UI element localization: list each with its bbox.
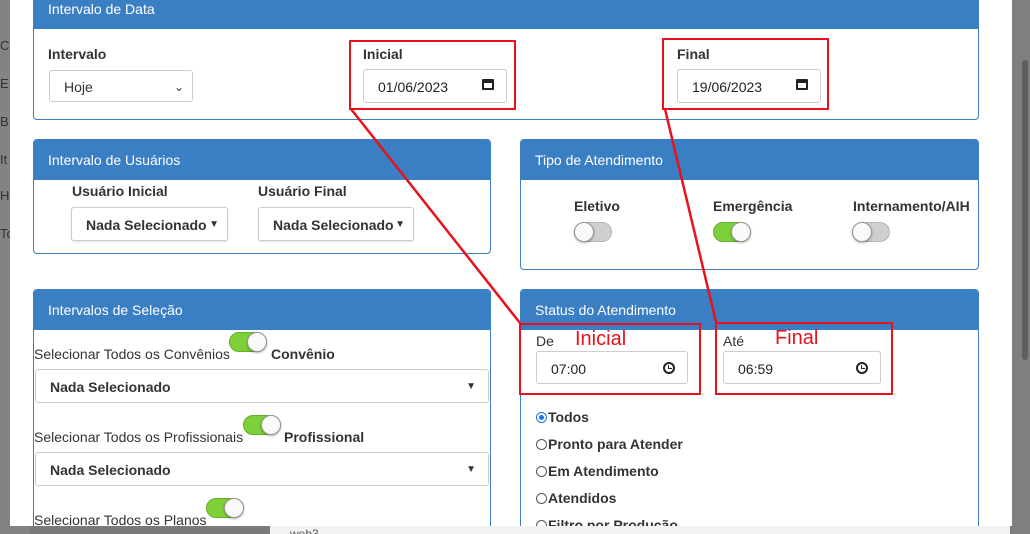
status-option-label: Atendidos <box>548 490 617 506</box>
select-all-professionals-label: Selecionar Todos os Profissionais <box>34 429 244 445</box>
final-user-value: Nada Selecionado <box>273 217 394 233</box>
initial-user-value: Nada Selecionado <box>86 217 207 233</box>
panel-title: Intervalo de Data <box>34 0 978 29</box>
toggle-knob <box>247 332 267 352</box>
radio-icon[interactable] <box>536 439 547 450</box>
professional-label: Profissional <box>284 429 365 445</box>
annotation-label-initial: Inicial <box>575 328 627 350</box>
caret-down-icon: ▼ <box>466 381 476 392</box>
bg-fragment: It <box>0 152 8 167</box>
inpatient-toggle[interactable] <box>852 222 890 242</box>
panel-title: Intervalos de Seleção <box>34 290 490 330</box>
convenio-value: Nada Selecionado <box>50 379 171 395</box>
select-all-professionals-toggle[interactable] <box>243 415 281 435</box>
status-option-label: Filtro por Produção <box>548 517 678 526</box>
status-option-label: Pronto para Atender <box>548 436 683 452</box>
emergency-toggle[interactable] <box>713 222 751 242</box>
status-option-label: Todos <box>548 409 589 425</box>
select-all-convenios-label: Selecionar Todos os Convênios <box>34 346 230 362</box>
toggle-knob <box>574 222 594 242</box>
status-option-ready[interactable]: Pronto para Atender <box>536 436 683 452</box>
bg-fragment: H <box>0 188 10 203</box>
convenio-label: Convênio <box>271 346 335 362</box>
toggle-knob <box>731 222 751 242</box>
background-page-right <box>1012 0 1030 534</box>
radio-icon[interactable] <box>536 520 547 526</box>
radio-checked-icon[interactable] <box>536 412 547 423</box>
bg-fragment: C <box>0 38 10 53</box>
select-all-convenios-toggle[interactable] <box>229 332 267 352</box>
annotation-label-final: Final <box>775 327 819 349</box>
select-all-plans-toggle[interactable] <box>206 498 244 518</box>
annotation-box-final-date <box>662 38 829 110</box>
elective-toggle[interactable] <box>574 222 612 242</box>
radio-icon[interactable] <box>536 466 547 477</box>
scrollbar[interactable] <box>1022 60 1028 360</box>
annotation-box-initial-date <box>349 40 516 110</box>
elective-label: Eletivo <box>574 198 620 214</box>
status-option-attended[interactable]: Atendidos <box>536 490 616 506</box>
emergency-label: Emergência <box>713 198 793 214</box>
radio-icon[interactable] <box>536 493 547 504</box>
panel-title: Intervalo de Usuários <box>34 140 490 180</box>
toggle-knob <box>852 222 872 242</box>
selection-intervals-panel: Intervalos de Seleção <box>33 289 491 526</box>
caret-down-icon: ▼ <box>207 208 219 240</box>
chevron-down-icon: ⌄ <box>173 80 184 94</box>
status-option-todos[interactable]: Todos <box>536 409 589 425</box>
background-page-bottom: web3 <box>270 526 1010 534</box>
select-all-plans-label: Selecionar Todos os Planos <box>34 512 207 526</box>
initial-user-label: Usuário Inicial <box>72 183 168 199</box>
final-user-dropdown[interactable]: Nada Selecionado ▼ <box>258 207 414 241</box>
interval-select[interactable]: Hoje ⌄ <box>49 70 193 102</box>
toggle-knob <box>224 498 244 518</box>
convenio-select[interactable]: Nada Selecionado ▼ <box>35 369 489 403</box>
interval-value: Hoje <box>64 79 93 95</box>
status-option-production[interactable]: Filtro por Produção <box>536 517 678 526</box>
professional-select[interactable]: Nada Selecionado ▼ <box>35 452 489 486</box>
caret-down-icon: ▼ <box>393 208 405 240</box>
interval-label: Intervalo <box>48 46 107 62</box>
caret-down-icon: ▼ <box>466 464 476 475</box>
initial-user-dropdown[interactable]: Nada Selecionado ▼ <box>71 207 228 241</box>
professional-value: Nada Selecionado <box>50 462 171 478</box>
final-user-label: Usuário Final <box>258 183 347 199</box>
toggle-knob <box>261 415 281 435</box>
inpatient-label: Internamento/AIH <box>853 198 970 214</box>
status-option-in-service[interactable]: Em Atendimento <box>536 463 659 479</box>
bg-fragment: B <box>0 114 9 129</box>
panel-title: Tipo de Atendimento <box>521 140 978 180</box>
bg-fragment: E <box>0 76 9 91</box>
status-option-label: Em Atendimento <box>548 463 659 479</box>
